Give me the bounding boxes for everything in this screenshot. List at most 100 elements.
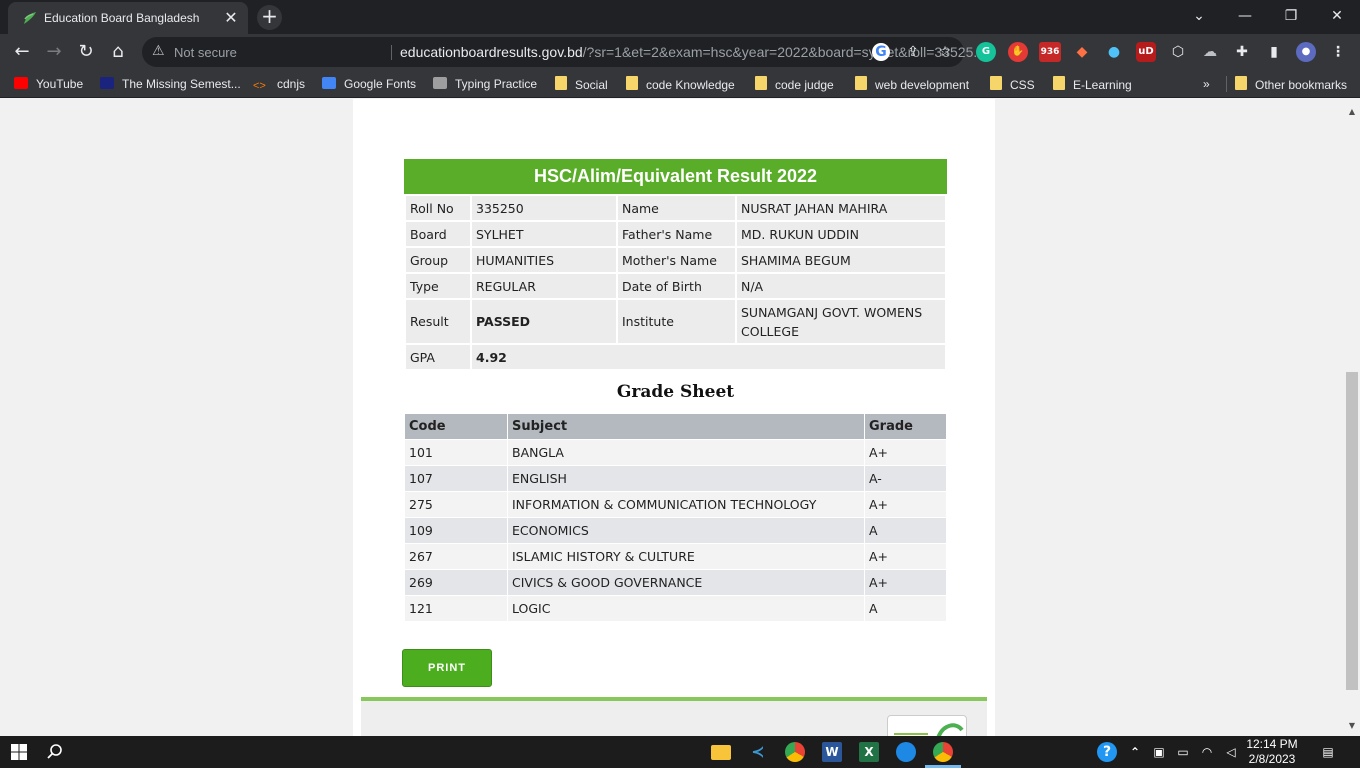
home-button[interactable]: ⌂ xyxy=(106,40,130,64)
folder-icon xyxy=(626,76,638,90)
bookmarks-bar: YouTube The Missing Semest... <> cdnjs Go… xyxy=(0,70,1360,98)
bookmark-folder-css[interactable]: CSS xyxy=(990,76,1035,92)
grammarly-icon[interactable]: G xyxy=(976,42,996,62)
file-explorer-icon[interactable] xyxy=(711,745,731,760)
info-label: GPA xyxy=(404,343,472,371)
subject-name: ISLAMIC HISTORY & CULTURE xyxy=(507,543,865,570)
chrome-active-icon[interactable] xyxy=(933,742,953,762)
ublock-icon[interactable]: uD xyxy=(1136,42,1156,62)
profile-avatar[interactable]: ● xyxy=(1296,42,1316,62)
extensions-puzzle-icon[interactable]: ✚ xyxy=(1232,42,1252,62)
firefox-dev-icon[interactable] xyxy=(896,742,916,762)
word-icon[interactable]: W xyxy=(822,742,842,762)
minimize-button[interactable]: — xyxy=(1230,5,1260,27)
warning-icon[interactable]: ⚠ xyxy=(152,43,165,59)
help-icon[interactable]: ? xyxy=(1097,742,1117,762)
network-adapter-icon[interactable]: ▣ xyxy=(1149,742,1169,762)
subject-code: 267 xyxy=(404,543,508,570)
info-label: Group xyxy=(404,246,472,274)
bookmark-missing-semester[interactable]: The Missing Semest... xyxy=(100,76,241,92)
result-status: PASSED xyxy=(470,298,618,345)
subject-name: ECONOMICS xyxy=(507,517,865,544)
info-label: Roll No xyxy=(404,194,472,222)
scroll-down-arrow-icon[interactable]: ▼ xyxy=(1347,721,1357,731)
bookmark-google-fonts[interactable]: Google Fonts xyxy=(322,76,416,92)
tab-search-chevron-icon[interactable]: ⌄ xyxy=(1184,5,1214,27)
folder-icon xyxy=(990,76,1002,90)
swirl-logo-icon xyxy=(894,723,964,736)
subject-code: 269 xyxy=(404,569,508,596)
bookmark-folder-web-development[interactable]: web development xyxy=(855,76,969,92)
fire-extension-icon[interactable]: ◆ xyxy=(1072,42,1092,62)
bookmark-star-icon[interactable]: ☆ xyxy=(936,43,954,61)
url-host: educationboardresults.gov.bd xyxy=(400,44,583,60)
cloud-extension-icon[interactable]: ☁ xyxy=(1200,42,1220,62)
scroll-up-arrow-icon[interactable]: ▲ xyxy=(1347,107,1357,117)
security-label[interactable]: Not secure xyxy=(174,45,237,60)
bookmark-label: Other bookmarks xyxy=(1255,78,1348,92)
bookmark-folder-e-learning[interactable]: E-Learning xyxy=(1053,76,1132,92)
print-button[interactable]: PRINT xyxy=(402,649,492,687)
reload-button[interactable]: ↻ xyxy=(74,40,98,64)
footer-logo[interactable] xyxy=(887,715,967,736)
google-lens-icon[interactable]: G xyxy=(872,43,890,61)
clock-time: 12:14 PM xyxy=(1246,737,1298,751)
info-value: N/A xyxy=(735,272,947,300)
wifi-icon[interactable]: ◠ xyxy=(1197,742,1217,762)
subject-name: CIVICS & GOOD GOVERNANCE xyxy=(507,569,865,596)
back-button[interactable]: ← xyxy=(10,40,34,64)
info-value: SYLHET xyxy=(470,220,618,248)
scroll-thumb[interactable] xyxy=(1346,372,1358,690)
restore-button[interactable]: ❐ xyxy=(1276,5,1306,27)
vscode-icon[interactable]: ≺ xyxy=(748,742,768,762)
tab-close-icon[interactable]: ✕ xyxy=(222,9,240,27)
bookmark-label: CSS xyxy=(1010,78,1035,92)
bookmark-label: Typing Practice xyxy=(455,77,538,91)
active-tab[interactable]: Education Board Bangladesh ✕ xyxy=(8,2,248,34)
forward-button[interactable]: → xyxy=(42,40,66,64)
browser-toolbar: ← → ↻ ⌂ ⚠ Not secure educationboardresul… xyxy=(0,34,1360,70)
bookmark-folder-code-judge[interactable]: code judge xyxy=(755,76,834,92)
bookmark-label: YouTube xyxy=(36,77,84,91)
info-value: REGULAR xyxy=(470,272,618,300)
chrome-icon[interactable] xyxy=(785,742,805,762)
windows-start-icon[interactable] xyxy=(9,742,29,762)
adblock-icon[interactable]: ✋ xyxy=(1008,42,1028,62)
gmail-counter-icon[interactable]: 936 xyxy=(1039,42,1061,62)
excel-icon[interactable]: X xyxy=(859,742,879,762)
bulb-extension-icon[interactable]: ● xyxy=(1104,42,1124,62)
new-tab-button[interactable]: + xyxy=(257,5,282,30)
info-label: Father's Name xyxy=(616,220,737,248)
battery-icon[interactable]: ▭ xyxy=(1173,742,1193,762)
menu-kebab-icon[interactable]: ⋮ xyxy=(1328,42,1348,62)
table-row: 269 CIVICS & GOOD GOVERNANCE A+ xyxy=(404,569,947,596)
bookmarks-overflow-chevron[interactable]: » xyxy=(1203,76,1210,92)
code-icon: <> xyxy=(253,80,266,92)
info-row: Group HUMANITIES Mother's Name SHAMIMA B… xyxy=(404,246,947,274)
bookmark-label: Social xyxy=(575,78,608,92)
volume-icon[interactable]: ◁ xyxy=(1221,742,1241,762)
bookmark-cdnjs[interactable]: <> cdnjs xyxy=(253,76,305,92)
bookmark-folder-code-knowledge[interactable]: code Knowledge xyxy=(626,76,735,92)
side-panel-icon[interactable]: ▮ xyxy=(1264,42,1284,62)
info-row: Roll No 335250 Name NUSRAT JAHAN MAHIRA xyxy=(404,194,947,222)
grade-header-row: Code Subject Grade xyxy=(404,413,947,440)
column-header-subject: Subject xyxy=(507,413,865,440)
search-icon[interactable] xyxy=(45,742,65,762)
notifications-icon[interactable]: ▤ xyxy=(1318,742,1338,762)
other-bookmarks-folder[interactable]: Other bookmarks xyxy=(1226,76,1347,92)
share-icon[interactable]: ⇪ xyxy=(904,43,922,61)
bookmark-label: The Missing Semest... xyxy=(122,77,241,91)
taskbar-clock[interactable]: 12:14 PM 2/8/2023 xyxy=(1242,737,1302,767)
tray-chevron-icon[interactable]: ⌃ xyxy=(1125,742,1145,762)
subject-code: 107 xyxy=(404,465,508,492)
bookmark-label: code Knowledge xyxy=(646,78,735,92)
subject-grade: A+ xyxy=(864,491,947,518)
address-bar[interactable]: ⚠ Not secure educationboardresults.gov.b… xyxy=(142,37,985,67)
bookmark-youtube[interactable]: YouTube xyxy=(14,76,83,92)
bookmark-typing-practice[interactable]: Typing Practice xyxy=(433,76,537,92)
cube-extension-icon[interactable]: ⬡ xyxy=(1168,42,1188,62)
close-window-button[interactable]: ✕ xyxy=(1322,5,1352,27)
bookmark-folder-social[interactable]: Social xyxy=(555,76,608,92)
page-scrollbar[interactable]: ▲ ▼ xyxy=(1344,99,1360,736)
